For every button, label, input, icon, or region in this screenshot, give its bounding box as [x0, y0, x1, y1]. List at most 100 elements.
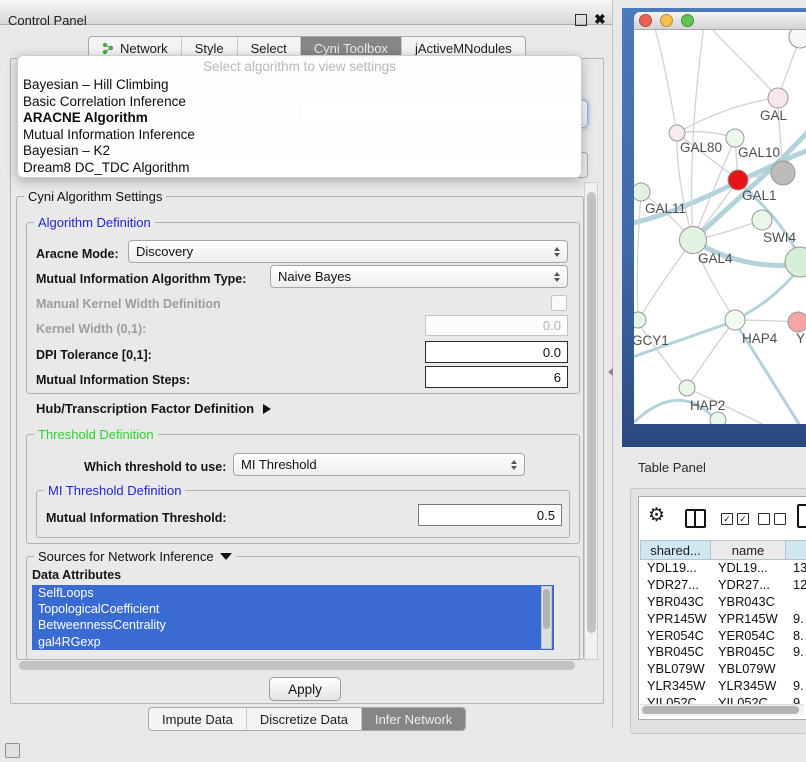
threshold-definition-legend: Threshold Definition [34, 427, 158, 442]
dpi-tolerance-field[interactable]: 0.0 [425, 341, 568, 363]
hub-definition-label: Hub/Transcription Factor Definition [36, 401, 254, 416]
network-icon [102, 42, 115, 55]
which-threshold-value: MI Threshold [241, 457, 507, 472]
scrollbar-thumb[interactable] [19, 661, 575, 670]
manual-kernel-checkbox[interactable] [551, 295, 567, 311]
settings-vertical-scrollbar[interactable] [584, 182, 598, 660]
algorithm-definition-legend: Algorithm Definition [34, 215, 155, 230]
table-row[interactable]: YBR045C YBR045C 9. [640, 644, 806, 661]
minimize-traffic-light[interactable] [660, 14, 673, 27]
network-node-gal80[interactable] [669, 125, 685, 141]
table-horizontal-scrollbar[interactable] [640, 704, 804, 716]
algorithm-option[interactable]: Bayesian – Hill Climbing [21, 77, 578, 94]
node-table: YDL19... YDL19... 13 YDR27... YDR27... 1… [640, 560, 806, 712]
columns-icon[interactable] [685, 509, 706, 528]
attribute-list-item[interactable]: SelfLoops [32, 585, 554, 601]
aracne-mode-combo[interactable]: Discovery [128, 240, 568, 263]
collapse-down-icon [220, 553, 232, 560]
cyni-settings-legend: Cyni Algorithm Settings [24, 189, 166, 204]
table-row[interactable]: YPR145W YPR145W 9. [640, 611, 806, 628]
table-header: shared... name A [640, 540, 806, 560]
algorithm-option[interactable]: Dream8 DC_TDC Algorithm [21, 160, 578, 177]
apply-button[interactable]: Apply [269, 677, 341, 701]
node-label: GAL4 [698, 251, 733, 266]
hub-definition-toggle[interactable]: Hub/Transcription Factor Definition [36, 401, 271, 416]
network-node[interactable] [771, 161, 795, 185]
attribute-list-item[interactable]: BetweennessCentrality [32, 617, 554, 633]
attribute-list-item[interactable]: TopologicalCoefficient [32, 601, 554, 617]
mi-threshold-field[interactable]: 0.5 [418, 504, 562, 526]
column-header-name[interactable]: name [711, 540, 786, 560]
document-icon[interactable] [797, 504, 806, 528]
tab-discretize-data[interactable]: Discretize Data [246, 708, 361, 730]
scrollbar-thumb[interactable] [587, 192, 596, 633]
table-row[interactable]: YDL19... YDL19... 13 [640, 560, 806, 577]
combo-arrows-icon [511, 460, 517, 470]
column-header-shared-name[interactable]: shared... [640, 540, 711, 560]
attribute-list-scrollbar[interactable] [541, 586, 552, 649]
mi-type-label: Mutual Information Algorithm Type: [36, 272, 246, 286]
algorithm-option[interactable]: Bayesian – K2 [21, 143, 578, 160]
aracne-mode-label: Aracne Mode: [36, 247, 119, 261]
combo-arrows-icon [554, 247, 560, 257]
table-row[interactable]: YDR27... YDR27... 12 [640, 577, 806, 594]
mi-threshold-legend: MI Threshold Definition [44, 483, 185, 498]
algorithm-option[interactable]: Basic Correlation Inference [21, 94, 578, 111]
close-traffic-light[interactable] [639, 14, 652, 27]
splitter-handle-icon[interactable] [608, 368, 613, 376]
algorithm-option[interactable]: Mutual Information Inference [21, 127, 578, 144]
table-row[interactable]: YBR043C YBR043C [640, 594, 806, 611]
node-label: GAL1 [742, 188, 777, 203]
kernel-width-label: Kernel Width (0,1): [36, 322, 146, 336]
dpi-tolerance-label: DPI Tolerance [0,1]: [36, 348, 152, 362]
node-label: HAP2 [690, 398, 725, 413]
mi-steps-field[interactable]: 6 [425, 366, 568, 388]
gear-icon[interactable]: ⚙ [648, 505, 665, 527]
cyni-mode-tab-bar: Impute Data Discretize Data Infer Networ… [148, 707, 466, 731]
settings-horizontal-scrollbar[interactable] [17, 660, 582, 672]
node-label: HAP4 [742, 331, 778, 346]
tab-impute-data[interactable]: Impute Data [149, 708, 246, 730]
network-node-gal[interactable] [768, 88, 788, 108]
attribute-list-item[interactable]: gal4RGexp [32, 634, 554, 650]
network-node-gal1[interactable] [728, 170, 748, 190]
tab-network-label: Network [120, 41, 168, 56]
aracne-mode-value: Discovery [136, 244, 550, 259]
network-window-titlebar[interactable] [634, 12, 806, 30]
network-canvas[interactable]: GALGAL80GAL10GAL1GAL11SWI4GAL4HAP4YGCY1H… [634, 30, 806, 424]
node-label: GAL [760, 108, 788, 123]
node-label: GAL10 [738, 145, 780, 160]
sources-legend[interactable]: Sources for Network Inference [34, 549, 236, 564]
network-node[interactable] [789, 30, 806, 48]
table-panel-title: Table Panel [638, 460, 706, 475]
table-row[interactable]: YER054C YER054C 8. [640, 628, 806, 645]
mi-type-combo[interactable]: Naive Bayes [270, 265, 568, 288]
network-node-gal11[interactable] [634, 183, 650, 201]
network-node-gcy1[interactable] [634, 312, 646, 328]
data-attributes-label: Data Attributes [32, 568, 121, 582]
network-node-swi4[interactable] [752, 210, 772, 230]
manual-kernel-label: Manual Kernel Width Definition [36, 297, 221, 311]
network-node-hap2[interactable] [679, 380, 695, 396]
zoom-traffic-light[interactable] [681, 14, 694, 27]
deselect-all-icon[interactable] [758, 513, 786, 525]
table-row[interactable]: YLR345W YLR345W 9. [640, 678, 806, 695]
kernel-width-field[interactable]: 0.0 [425, 315, 568, 336]
scrollbar-thumb[interactable] [642, 706, 799, 714]
network-node[interactable] [785, 247, 806, 277]
collapsed-panel-icon[interactable] [5, 743, 20, 758]
mi-threshold-label: Mutual Information Threshold: [46, 511, 227, 525]
tab-infer-network[interactable]: Infer Network [361, 708, 465, 730]
network-node-y[interactable] [788, 312, 806, 332]
close-icon[interactable]: ✖ [594, 11, 606, 28]
network-node-hap4[interactable] [725, 310, 745, 330]
select-all-icon[interactable]: ✓✓ [721, 513, 749, 525]
table-row[interactable]: YBL079W YBL079W [640, 661, 806, 678]
expand-right-icon [263, 404, 271, 414]
network-node-gal4[interactable] [680, 227, 707, 254]
algorithm-option[interactable]: ARACNE Algorithm [21, 110, 578, 127]
network-node[interactable] [710, 412, 726, 424]
float-window-icon[interactable] [575, 14, 587, 26]
which-threshold-combo[interactable]: MI Threshold [233, 453, 525, 476]
column-header-partial[interactable]: A [786, 540, 806, 560]
